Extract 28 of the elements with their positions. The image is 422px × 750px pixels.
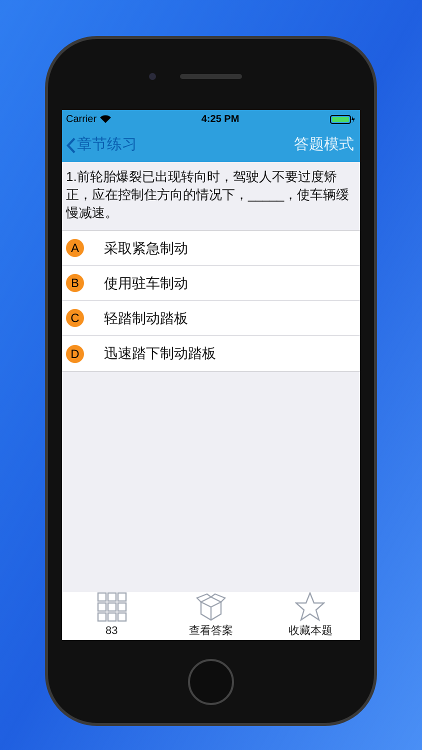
option-text: 迅速踏下制动踏板 <box>104 344 216 363</box>
option-text: 使用驻车制动 <box>104 274 188 292</box>
box-icon <box>196 592 226 622</box>
home-button[interactable] <box>188 658 234 704</box>
option-text: 采取紧急制动 <box>104 238 188 258</box>
question-text: 1.前轮胎爆裂已出现转向时，驾驶人不要过度矫正，应在控制住方向的情况下，_____，使车辆缓慢减速。 <box>64 168 350 222</box>
tab-bar-item[interactable]: 83 <box>66 592 157 640</box>
status-time: 4:25 PM <box>201 112 240 126</box>
option-letter: C <box>66 309 84 327</box>
camera-icon <box>149 73 156 80</box>
answer-option[interactable]: A 采取紧急制动 <box>62 231 360 266</box>
option-text: 轻踏制动踏板 <box>104 308 188 328</box>
carrier-label: Carrier <box>66 112 97 126</box>
answer-option[interactable]: D 迅速踏下制动踏板 <box>62 336 360 371</box>
nav-title: 答题模式 <box>294 134 354 155</box>
tab-bar-item[interactable]: 收藏本题 <box>265 592 356 640</box>
wifi-icon <box>100 115 111 123</box>
tab-bar-item[interactable]: 查看答案 <box>166 592 256 640</box>
option-letter: B <box>66 274 84 292</box>
grid-icon <box>96 592 127 622</box>
speaker-icon <box>180 74 242 79</box>
answer-option[interactable]: C 轻踏制动踏板 <box>62 301 360 336</box>
chevron-left-icon <box>66 136 76 154</box>
option-letter: A <box>66 239 84 257</box>
star-icon <box>295 592 326 622</box>
option-letter: D <box>66 344 84 362</box>
answer-option[interactable]: B 使用驻车制动 <box>62 266 360 301</box>
battery-icon <box>330 114 356 124</box>
